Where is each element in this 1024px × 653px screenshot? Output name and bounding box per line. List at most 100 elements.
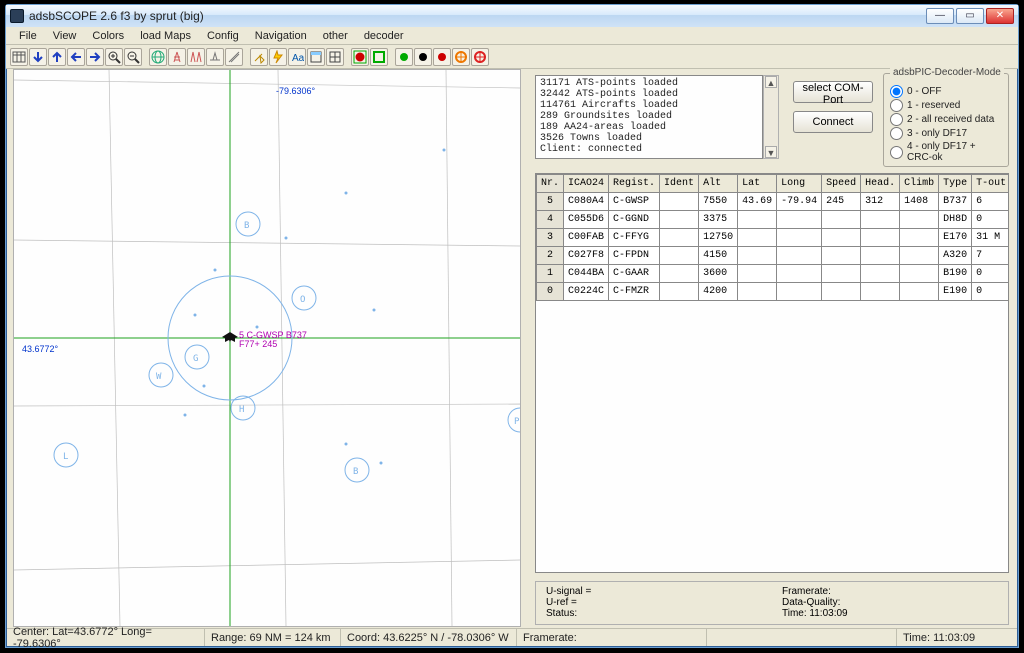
- dot-green-icon[interactable]: [395, 48, 413, 66]
- up-arrow-blue-icon[interactable]: [48, 48, 66, 66]
- menu-decoder[interactable]: decoder: [357, 29, 411, 43]
- lon-label: -79.6306°: [276, 86, 316, 96]
- airport-icon[interactable]: [206, 48, 224, 66]
- menu-view[interactable]: View: [46, 29, 84, 43]
- broom-icon[interactable]: [250, 48, 268, 66]
- dot-red-icon[interactable]: [433, 48, 451, 66]
- col-nr[interactable]: Nr.: [537, 175, 564, 193]
- menu-load-maps[interactable]: load Maps: [133, 29, 198, 43]
- menu-colors[interactable]: Colors: [85, 29, 131, 43]
- close-button[interactable]: ✕: [986, 8, 1014, 24]
- window-title: adsbSCOPE 2.6 f3 by sprut (big): [29, 9, 926, 23]
- right-panel: 31171 ATS-points loaded 32442 ATS-points…: [531, 69, 1009, 627]
- left-arrow-blue-icon[interactable]: [67, 48, 85, 66]
- log-scrollbar[interactable]: ▲ ▼: [763, 75, 779, 159]
- record-frame-icon[interactable]: [370, 48, 388, 66]
- menu-navigation[interactable]: Navigation: [248, 29, 314, 43]
- decoder-option-4[interactable]: 4 - only DF17 + CRC-ok: [890, 141, 1002, 163]
- maximize-button[interactable]: ▭: [956, 8, 984, 24]
- towers-icon[interactable]: [187, 48, 205, 66]
- decoder-option-1[interactable]: 1 - reserved: [890, 99, 1002, 112]
- text-icon[interactable]: Aa: [288, 48, 306, 66]
- grid-icon[interactable]: [326, 48, 344, 66]
- status-framerate: Framerate:: [517, 629, 707, 646]
- dot-black-icon[interactable]: [414, 48, 432, 66]
- minimize-button[interactable]: —: [926, 8, 954, 24]
- time-label: Time: 11:03:09: [782, 608, 998, 619]
- col-lat[interactable]: Lat: [738, 175, 777, 193]
- down-arrow-blue-icon[interactable]: [29, 48, 47, 66]
- zoom-out-icon[interactable]: [124, 48, 142, 66]
- target-red-icon[interactable]: [471, 48, 489, 66]
- col-ident[interactable]: Ident: [660, 175, 699, 193]
- info-panel: U-signal = U-ref = Status: Framerate: Da…: [535, 581, 1009, 625]
- aircraft-icon: [222, 332, 238, 342]
- right-arrow-blue-icon[interactable]: [86, 48, 104, 66]
- app-icon: [10, 9, 24, 23]
- table-row[interactable]: 3C00FABC-FFYG12750E17031 M: [537, 229, 1010, 247]
- aircraft-table[interactable]: Nr.ICAO24Regist.IdentAltLatLongSpeedHead…: [535, 173, 1009, 573]
- select-com-port-button[interactable]: select COM-Port: [793, 81, 873, 103]
- menu-other[interactable]: other: [316, 29, 355, 43]
- waypoint-label: P: [514, 417, 520, 427]
- decoder-option-0[interactable]: 0 - OFF: [890, 85, 1002, 98]
- col-tout[interactable]: T-out: [972, 175, 1009, 193]
- waypoint-label: B: [353, 467, 358, 477]
- scroll-down-icon[interactable]: ▼: [765, 146, 777, 158]
- table-row[interactable]: 2C027F8C-FPDN4150A3207: [537, 247, 1010, 265]
- log-textbox[interactable]: 31171 ATS-points loaded 32442 ATS-points…: [535, 75, 763, 159]
- radar-scope[interactable]: B O G W H P L B -79.6306° 43.6772° 5 C-G…: [13, 69, 521, 627]
- status-blank: [707, 629, 897, 646]
- waypoint-label: B: [244, 221, 249, 231]
- u-signal-label: U-signal =: [546, 586, 762, 597]
- decoder-option-2[interactable]: 2 - all received data: [890, 113, 1002, 126]
- u-ref-label: U-ref =: [546, 597, 762, 608]
- menu-config[interactable]: Config: [200, 29, 246, 43]
- col-icao24[interactable]: ICAO24: [564, 175, 609, 193]
- data-quality-label: Data-Quality:: [782, 597, 998, 608]
- toolbar: Aa: [6, 45, 1018, 69]
- table-row[interactable]: 5C080A4C-GWSP755043.69-79.942453121408B7…: [537, 193, 1010, 211]
- status-center: Center: Lat=43.6772° Long= -79.6306°: [7, 629, 205, 646]
- table-row[interactable]: 1C044BAC-GAAR3600B1900: [537, 265, 1010, 283]
- col-alt[interactable]: Alt: [699, 175, 738, 193]
- app-window: adsbSCOPE 2.6 f3 by sprut (big) — ▭ ✕ Fi…: [5, 4, 1019, 648]
- col-climb[interactable]: Climb: [900, 175, 939, 193]
- waypoint-label: H: [239, 405, 244, 415]
- lightning-icon[interactable]: [269, 48, 287, 66]
- scroll-up-icon[interactable]: ▲: [765, 76, 777, 88]
- table-row[interactable]: 0C0224CC-FMZR4200E1900: [537, 283, 1010, 301]
- connect-button[interactable]: Connect: [793, 111, 873, 133]
- col-long[interactable]: Long: [777, 175, 822, 193]
- aircraft-label-2: F77+ 245: [239, 339, 277, 349]
- titlebar[interactable]: adsbSCOPE 2.6 f3 by sprut (big) — ▭ ✕: [6, 5, 1018, 27]
- lat-label: 43.6772°: [22, 344, 59, 354]
- decoder-mode-group: adsbPIC-Decoder-Mode 0 - OFF1 - reserved…: [883, 73, 1009, 167]
- col-head[interactable]: Head.: [861, 175, 900, 193]
- runway-icon[interactable]: [225, 48, 243, 66]
- waypoint-label: W: [156, 372, 162, 382]
- record-green-icon[interactable]: [351, 48, 369, 66]
- menubar: FileViewColorsload MapsConfigNavigationo…: [6, 27, 1018, 45]
- decoder-option-3[interactable]: 3 - only DF17: [890, 127, 1002, 140]
- window-icon[interactable]: [307, 48, 325, 66]
- col-speed[interactable]: Speed: [822, 175, 861, 193]
- waypoint-label: O: [300, 295, 305, 305]
- svg-text:Aa: Aa: [292, 53, 304, 64]
- status-time: Time: 11:03:09: [897, 629, 1017, 646]
- decoder-legend: adsbPIC-Decoder-Mode: [890, 67, 1004, 78]
- status-label: Status:: [546, 608, 762, 619]
- framerate-label: Framerate:: [782, 586, 998, 597]
- col-regist[interactable]: Regist.: [609, 175, 660, 193]
- tower-icon[interactable]: [168, 48, 186, 66]
- col-type[interactable]: Type: [939, 175, 972, 193]
- target-orange-icon[interactable]: [452, 48, 470, 66]
- calendar-icon[interactable]: [10, 48, 28, 66]
- table-row[interactable]: 4C055D6C-GGND3375DH8D0: [537, 211, 1010, 229]
- status-coord: Coord: 43.6225° N / -78.0306° W: [341, 629, 517, 646]
- zoom-in-icon[interactable]: [105, 48, 123, 66]
- status-range: Range: 69 NM = 124 km: [205, 629, 341, 646]
- globe-icon[interactable]: [149, 48, 167, 66]
- menu-file[interactable]: File: [12, 29, 44, 43]
- waypoint-label: L: [63, 452, 68, 462]
